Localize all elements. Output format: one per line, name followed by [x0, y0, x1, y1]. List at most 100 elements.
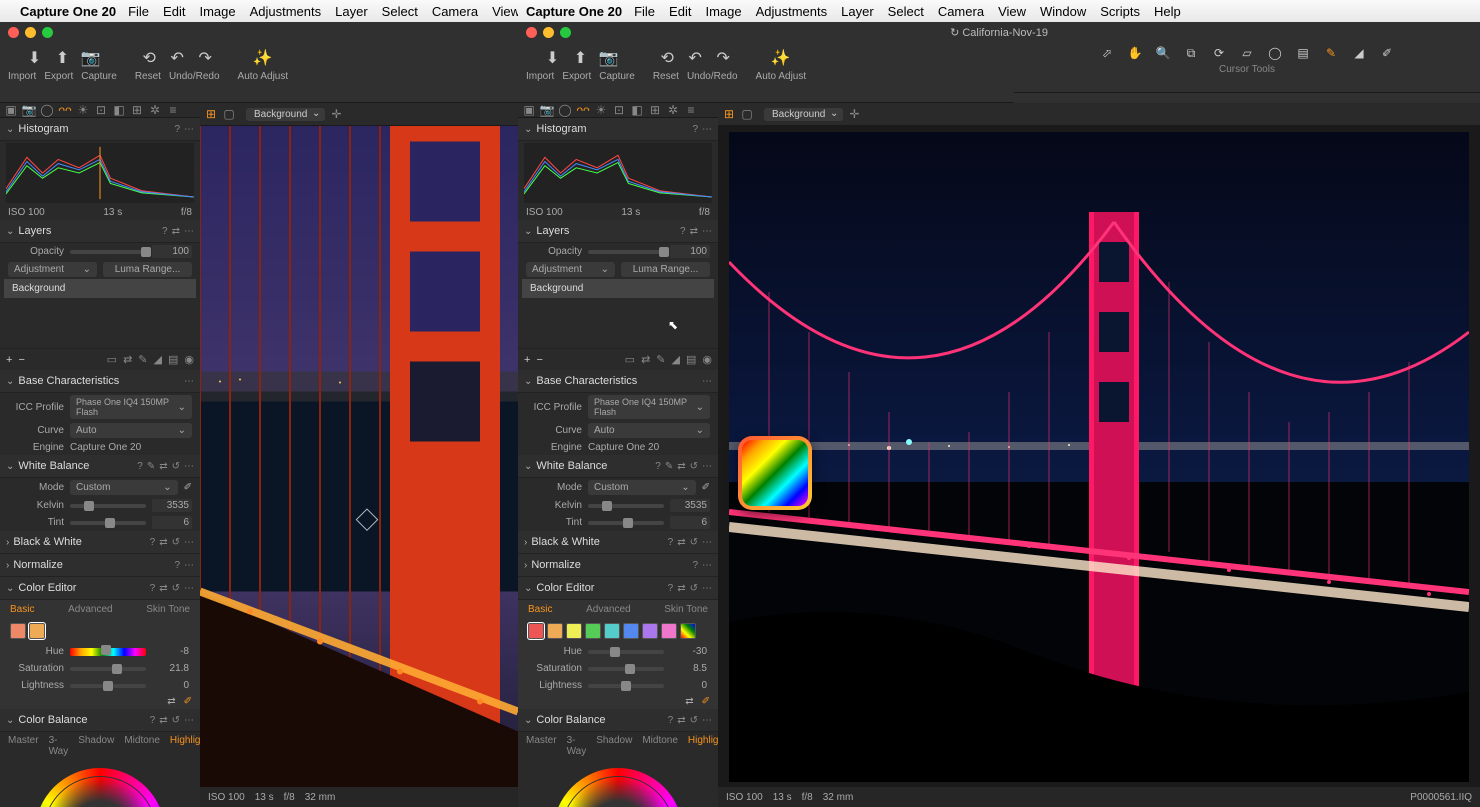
swatch-orange[interactable] — [547, 623, 563, 639]
capture-icon[interactable]: 📷 — [599, 49, 617, 67]
opacity-value[interactable]: 100 — [152, 245, 192, 258]
help-icon[interactable]: ? — [162, 226, 168, 237]
reset-icon[interactable]: ↺ — [172, 583, 180, 594]
eraser-icon[interactable]: ◢ — [154, 353, 162, 366]
wb-mode-select[interactable]: Custom⌄ — [70, 480, 178, 495]
mask-rect-icon[interactable]: ▭ — [107, 353, 117, 366]
chevron-down-icon[interactable]: ⌄ — [6, 715, 14, 726]
zoom-icon[interactable] — [42, 27, 53, 38]
reset-icon[interactable]: ↺ — [172, 537, 180, 548]
kelvin-slider[interactable] — [70, 504, 146, 508]
tab-color-icon[interactable]: ᴖᴖ — [576, 103, 590, 117]
copy-icon[interactable]: ⇄ — [159, 583, 167, 594]
sat-slider[interactable] — [70, 667, 146, 671]
cb-master[interactable]: Master — [8, 735, 39, 757]
app-name[interactable]: Capture One 20 — [20, 4, 116, 19]
layer-select[interactable]: Background — [764, 108, 843, 121]
remove-layer-icon[interactable]: − — [18, 354, 24, 366]
loupe-icon[interactable]: 🔍 — [1156, 46, 1170, 60]
tab-output-icon[interactable]: ✲ — [666, 103, 680, 117]
pointer-icon[interactable]: ⬀ — [1100, 46, 1114, 60]
hand-icon[interactable]: ✋ — [1128, 46, 1142, 60]
icc-select[interactable]: Phase One IQ4 150MP Flash⌄ — [70, 395, 192, 419]
tint-slider[interactable] — [70, 521, 146, 525]
tab-capture-icon[interactable]: 📷 — [22, 103, 36, 117]
menu-layer[interactable]: Layer — [335, 4, 368, 19]
reset-icon[interactable]: ⟲ — [140, 49, 158, 67]
add-icon[interactable]: ✛ — [329, 107, 343, 121]
cb-midtone[interactable]: Midtone — [124, 735, 160, 757]
color-wheel[interactable] — [553, 768, 683, 807]
radial-icon[interactable]: ◉ — [184, 353, 194, 366]
hue-value[interactable]: -8 — [152, 645, 192, 658]
view-grid-icon[interactable]: ⊞ — [722, 107, 736, 121]
opacity-slider[interactable] — [70, 250, 146, 254]
reset-icon[interactable]: ↺ — [172, 461, 180, 472]
help-icon[interactable]: ? — [150, 583, 156, 594]
tab-skintone[interactable]: Skin Tone — [146, 604, 190, 615]
cb-shadow[interactable]: Shadow — [78, 735, 114, 757]
hue-slider[interactable] — [588, 650, 664, 654]
import-icon[interactable]: ⬇ — [543, 49, 561, 67]
reset-icon[interactable]: ↺ — [172, 715, 180, 726]
redo-icon[interactable]: ↷ — [714, 49, 732, 67]
menu-icon[interactable]: ⋯ — [184, 560, 194, 571]
redo-icon[interactable]: ↷ — [196, 49, 214, 67]
layer-background[interactable]: Background — [522, 279, 714, 298]
chevron-down-icon[interactable]: ⌄ — [6, 226, 14, 237]
reset-icon[interactable]: ⟲ — [658, 49, 676, 67]
swatch-yellow[interactable] — [566, 623, 582, 639]
minimize-icon[interactable] — [25, 27, 36, 38]
tab-styles-icon[interactable]: ◧ — [112, 103, 126, 117]
chevron-right-icon[interactable]: › — [6, 560, 9, 571]
undo-icon[interactable]: ↶ — [168, 49, 186, 67]
tab-capture-icon[interactable]: 📷 — [540, 103, 554, 117]
tab-skintone[interactable]: Skin Tone — [664, 604, 708, 615]
picker-icon[interactable]: ✎ — [147, 461, 155, 472]
preset-icon[interactable]: ⇄ — [172, 226, 180, 237]
swatch-magenta[interactable] — [661, 623, 677, 639]
chevron-right-icon[interactable]: › — [6, 537, 9, 548]
tab-styles-icon[interactable]: ◧ — [630, 103, 644, 117]
minimize-icon[interactable] — [543, 27, 554, 38]
menu-select[interactable]: Select — [382, 4, 418, 19]
tab-lens-icon[interactable]: ◯ — [40, 103, 54, 117]
tint-value[interactable]: 6 — [152, 516, 192, 529]
mask-icon[interactable]: ▤ — [1296, 46, 1310, 60]
eyedropper-icon[interactable]: ✐ — [702, 482, 710, 493]
autoadjust-icon[interactable]: ✨ — [254, 49, 272, 67]
tab-advanced[interactable]: Advanced — [586, 604, 630, 615]
menu-icon[interactable]: ⋯ — [184, 124, 194, 135]
tab-batch-icon[interactable]: ≡ — [684, 103, 698, 117]
luma-range-button[interactable]: Luma Range... — [103, 262, 192, 277]
brush-icon[interactable]: ✎ — [138, 353, 147, 366]
import-icon[interactable]: ⬇ — [25, 49, 43, 67]
help-icon[interactable]: ? — [150, 537, 156, 548]
color-editor-floating-icon[interactable] — [738, 436, 812, 510]
swatch-red[interactable] — [10, 623, 26, 639]
mask-preset-icon[interactable]: ⇄ — [123, 353, 132, 366]
image-viewer-right[interactable] — [718, 126, 1480, 787]
tab-advanced[interactable]: Advanced — [68, 604, 112, 615]
menu-camera[interactable]: Camera — [432, 4, 478, 19]
hue-slider[interactable] — [70, 648, 146, 656]
light-value[interactable]: 0 — [152, 679, 192, 692]
menu-icon[interactable]: ⋯ — [184, 715, 194, 726]
swatch-blue[interactable] — [623, 623, 639, 639]
menu-adjustments[interactable]: Adjustments — [250, 4, 322, 19]
eyedropper-icon[interactable]: ✐ — [184, 696, 192, 707]
tab-library-icon[interactable]: ▣ — [4, 103, 18, 117]
help-icon[interactable]: ? — [150, 715, 156, 726]
opacity-slider[interactable] — [588, 250, 664, 254]
tab-details-icon[interactable]: ⊡ — [612, 103, 626, 117]
remove-layer-icon[interactable]: − — [536, 354, 542, 366]
sat-value[interactable]: 21.8 — [152, 662, 192, 675]
tab-batch-icon[interactable]: ≡ — [166, 103, 180, 117]
close-icon[interactable] — [526, 27, 537, 38]
crop-icon[interactable]: ⧉ — [1184, 46, 1198, 60]
swap-icon[interactable]: ⇄ — [685, 696, 693, 707]
tab-metadata-icon[interactable]: ⊞ — [648, 103, 662, 117]
luma-range-button[interactable]: Luma Range... — [621, 262, 710, 277]
autoadjust-icon[interactable]: ✨ — [772, 49, 790, 67]
menu-image[interactable]: Image — [199, 4, 235, 19]
